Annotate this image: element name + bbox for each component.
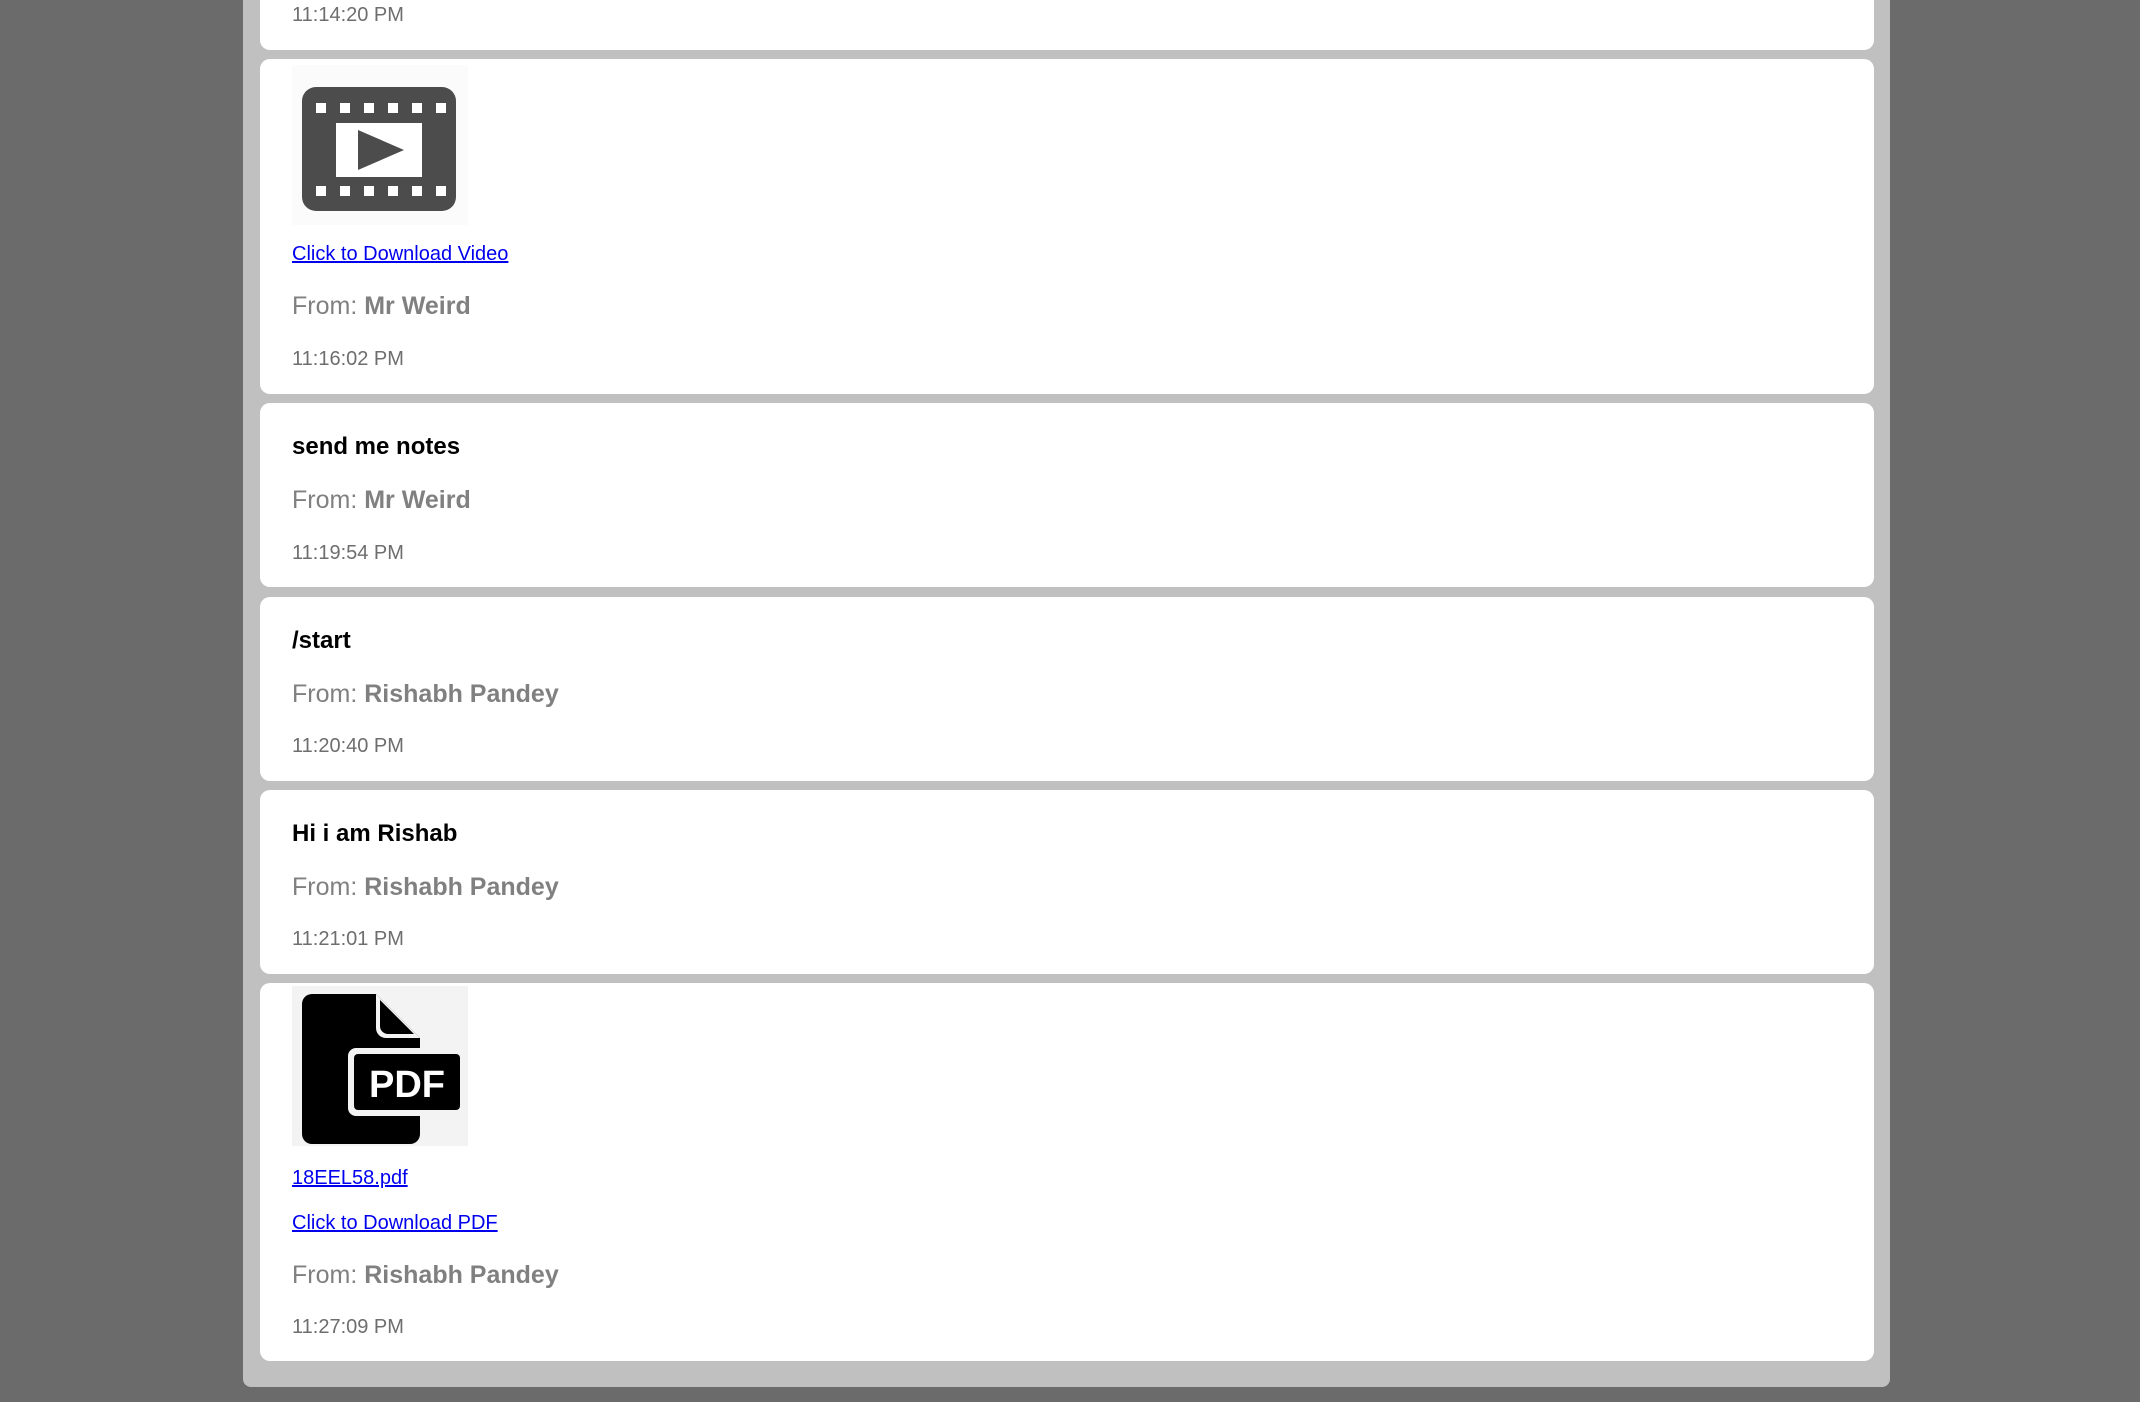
message-time: 11:21:01 PM	[292, 928, 404, 950]
message-card-text: send me notes From: Mr Weird 11:19:54 PM	[260, 403, 1874, 587]
from-label: From:	[292, 292, 358, 320]
message-from: From: Rishabh Pandey	[292, 680, 559, 709]
message-time: 11:16:02 PM	[292, 348, 404, 370]
sender-name: Rishabh Pandey	[364, 1261, 559, 1289]
message-card: 11:14:20 PM	[260, 0, 1874, 50]
message-from: From: Rishabh Pandey	[292, 1261, 559, 1290]
pdf-thumbnail[interactable]: PDF	[292, 986, 468, 1146]
message-time: 11:14:20 PM	[292, 4, 404, 26]
message-text: Hi i am Rishab	[292, 820, 458, 847]
message-from: From: Mr Weird	[292, 292, 471, 321]
sender-name: Rishabh Pandey	[364, 680, 559, 708]
message-text: /start	[292, 627, 351, 654]
message-card-text: Hi i am Rishab From: Rishabh Pandey 11:2…	[260, 790, 1874, 974]
message-time: 11:19:54 PM	[292, 542, 404, 564]
from-label: From:	[292, 486, 358, 514]
message-card-pdf: PDF 18EEL58.pdf Click to Download PDF Fr…	[260, 983, 1874, 1361]
sender-name: Mr Weird	[364, 486, 471, 514]
pdf-file-icon: PDF	[302, 994, 466, 1144]
pdf-icon-label: PDF	[369, 1064, 445, 1106]
pdf-file-name-link[interactable]: 18EEL58.pdf	[292, 1167, 408, 1190]
from-label: From:	[292, 873, 358, 901]
message-time: 11:20:40 PM	[292, 735, 404, 757]
video-thumbnail[interactable]	[292, 65, 468, 225]
download-pdf-link[interactable]: Click to Download PDF	[292, 1212, 498, 1235]
message-from: From: Rishabh Pandey	[292, 873, 559, 902]
message-card-video: Click to Download Video From: Mr Weird 1…	[260, 59, 1874, 394]
video-file-icon	[302, 87, 456, 211]
message-from: From: Mr Weird	[292, 486, 471, 515]
sender-name: Rishabh Pandey	[364, 873, 559, 901]
message-text: send me notes	[292, 433, 461, 460]
from-label: From:	[292, 1261, 358, 1289]
message-card-text: /start From: Rishabh Pandey 11:20:40 PM	[260, 597, 1874, 781]
download-video-link[interactable]: Click to Download Video	[292, 243, 508, 266]
message-time: 11:27:09 PM	[292, 1316, 404, 1338]
from-label: From:	[292, 680, 358, 708]
sender-name: Mr Weird	[364, 292, 471, 320]
